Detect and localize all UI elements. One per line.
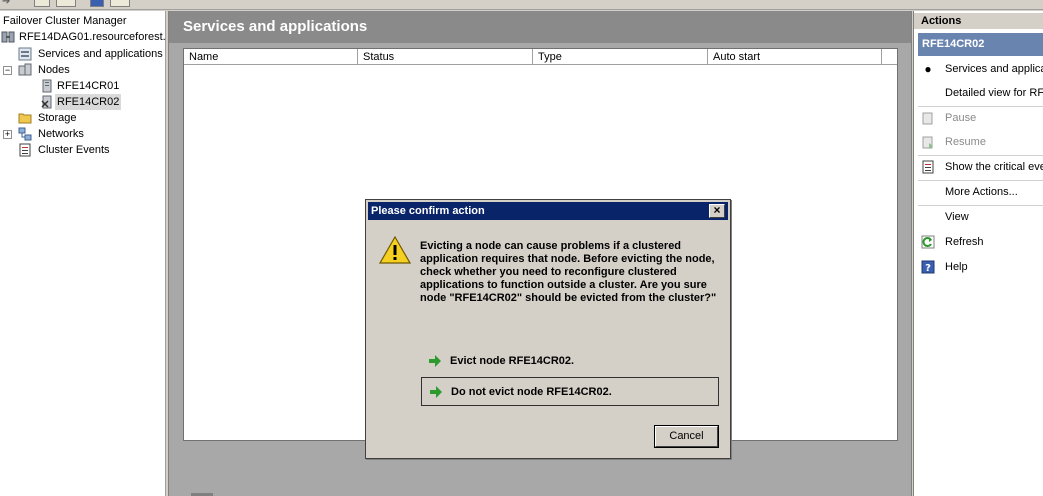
center-title: Services and applications [169,11,911,43]
do-not-evict-node-command[interactable]: Do not evict node RFE14CR02. [421,377,719,406]
toolbar: ➔ [0,0,1043,10]
navigation-tree: Failover Cluster Manager RFE14DAG01.reso… [0,11,166,496]
confirm-dialog: Please confirm action × Evicting a node … [365,199,731,459]
column-header-name[interactable]: Name [184,49,358,65]
actions-separator [918,155,1043,156]
event-log-icon [922,160,934,174]
dialog-title: Please confirm action [371,205,485,217]
warning-icon [379,236,411,264]
help-icon: ? [921,260,935,274]
dialog-title-bar[interactable]: Please confirm action × [368,202,728,220]
tree-item-root[interactable]: Failover Cluster Manager [1,13,129,29]
toolbar-help-button[interactable] [90,0,104,7]
actions-title: Actions [914,13,1043,29]
action-view[interactable]: View [918,207,1043,227]
green-arrow-icon [430,386,442,398]
evict-node-command[interactable]: Evict node RFE14CR02. [421,347,719,376]
action-more-actions[interactable]: More Actions... [918,182,1043,202]
nodes-icon [18,63,32,76]
action-services-and-applications[interactable]: ● Services and applicatio [918,59,1043,79]
cancel-button[interactable]: Cancel [654,425,719,448]
actions-separator [918,180,1043,181]
column-header-status[interactable]: Status [358,49,533,65]
action-refresh[interactable]: Refresh [918,232,1043,252]
expand-icon[interactable]: + [3,130,12,139]
toolbar-view-button[interactable] [110,0,130,7]
pause-icon [922,112,933,125]
green-arrow-icon [429,355,441,367]
action-detailed-view[interactable]: Detailed view for RF [918,83,1043,103]
list-header: Name Status Type Auto start [184,49,897,65]
services-icon [18,47,32,61]
svg-text:?: ? [925,263,931,274]
dialog-message: Evicting a node can cause problems if a … [420,240,717,304]
toolbar-folder-button[interactable] [34,0,50,7]
server-icon [42,79,52,93]
tree-item-cluster[interactable]: RFE14DAG01.resourceforest.l [0,29,165,45]
column-header-type[interactable]: Type [533,49,708,65]
action-show-critical-events[interactable]: Show the critical eve [918,157,1043,177]
actions-separator [918,106,1043,107]
action-resume[interactable]: Resume [918,132,1043,152]
action-help[interactable]: ? Help [918,257,1043,277]
close-icon[interactable]: × [709,204,725,218]
cluster-icon [1,31,15,43]
actions-pane: Actions RFE14CR02 ● Services and applica… [913,11,1043,496]
storage-icon [18,113,32,124]
collapse-icon[interactable]: − [3,66,12,75]
bullet-icon: ● [924,62,932,76]
server-down-icon [41,95,52,109]
column-header-auto-start[interactable]: Auto start [708,49,882,65]
networks-icon [18,127,32,141]
resume-icon [922,136,933,149]
forward-arrow-icon[interactable]: ➔ [2,0,10,7]
toolbar-properties-button[interactable] [56,0,76,7]
actions-subtitle[interactable]: RFE14CR02 [918,33,1043,56]
event-log-icon [19,143,31,157]
actions-separator [918,205,1043,206]
refresh-icon [921,235,935,249]
action-pause[interactable]: Pause [918,108,1043,128]
